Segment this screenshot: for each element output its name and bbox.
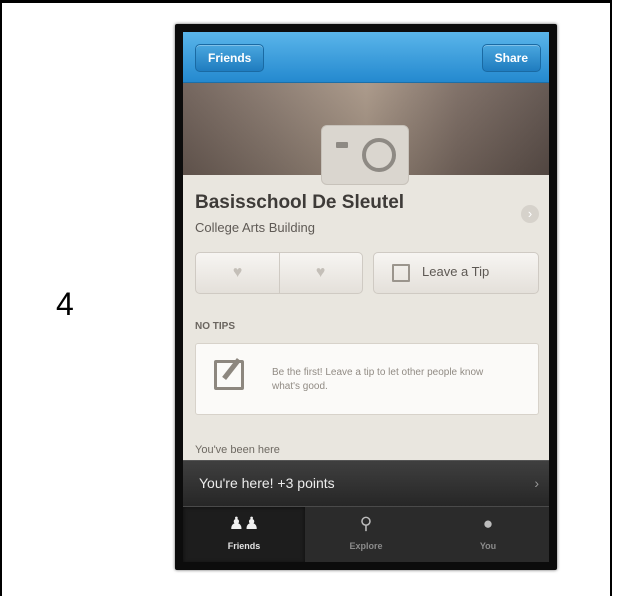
checkin-points-banner[interactable]: You're here! +3 points › bbox=[183, 460, 549, 507]
friends-icon: ♟♟ bbox=[228, 514, 260, 533]
pencil-square-icon bbox=[392, 264, 410, 282]
broken-heart-icon: ♥ bbox=[315, 264, 326, 281]
tab-friends[interactable]: ♟♟ Friends bbox=[183, 507, 305, 562]
like-dislike-group: ♥ ♥ bbox=[195, 252, 363, 294]
dislike-button[interactable]: ♥ bbox=[279, 253, 362, 293]
share-button[interactable]: Share bbox=[481, 44, 541, 72]
navigation-bar: Friends Share bbox=[183, 32, 549, 83]
tab-label-explore: Explore bbox=[349, 541, 383, 551]
add-photo-button[interactable] bbox=[321, 125, 409, 185]
tab-label-friends: Friends bbox=[227, 541, 261, 551]
friends-back-button[interactable]: Friends bbox=[195, 44, 265, 72]
tab-bar: ♟♟ Friends ⚲ Explore ● You bbox=[183, 506, 549, 562]
search-icon: ⚲ bbox=[359, 514, 373, 533]
venue-category: College Arts Building bbox=[195, 220, 315, 235]
app-screen: Friends Share Basisschool De Sleutel Col… bbox=[183, 32, 549, 562]
empty-tips-card[interactable]: Be the first! Leave a tip to let other p… bbox=[195, 343, 539, 415]
tab-explore[interactable]: ⚲ Explore bbox=[305, 507, 427, 562]
empty-tips-message: Be the first! Leave a tip to let other p… bbox=[272, 367, 484, 392]
heart-icon: ♥ bbox=[232, 264, 243, 281]
history-header: You've been here bbox=[195, 444, 280, 456]
chevron-right-icon: › bbox=[534, 475, 539, 491]
phone-frame: Friends Share Basisschool De Sleutel Col… bbox=[175, 24, 557, 570]
camera-flash-icon bbox=[336, 142, 348, 148]
like-button[interactable]: ♥ bbox=[196, 253, 280, 293]
tips-section-header: NO TIPS bbox=[195, 321, 236, 332]
step-number: 4 bbox=[56, 286, 74, 322]
venue-photo-header bbox=[183, 83, 549, 185]
camera-icon bbox=[362, 138, 396, 172]
tab-label-you: You bbox=[479, 541, 497, 551]
leave-tip-button[interactable]: Leave a Tip bbox=[373, 252, 539, 294]
venue-details-chevron-icon[interactable]: › bbox=[521, 205, 539, 223]
profile-icon: ● bbox=[482, 514, 494, 533]
write-tip-icon bbox=[214, 360, 244, 390]
points-message: You're here! +3 points bbox=[199, 475, 335, 491]
tab-you[interactable]: ● You bbox=[427, 507, 549, 562]
venue-name: Basisschool De Sleutel bbox=[195, 192, 405, 213]
leave-tip-label: Leave a Tip bbox=[422, 264, 490, 279]
